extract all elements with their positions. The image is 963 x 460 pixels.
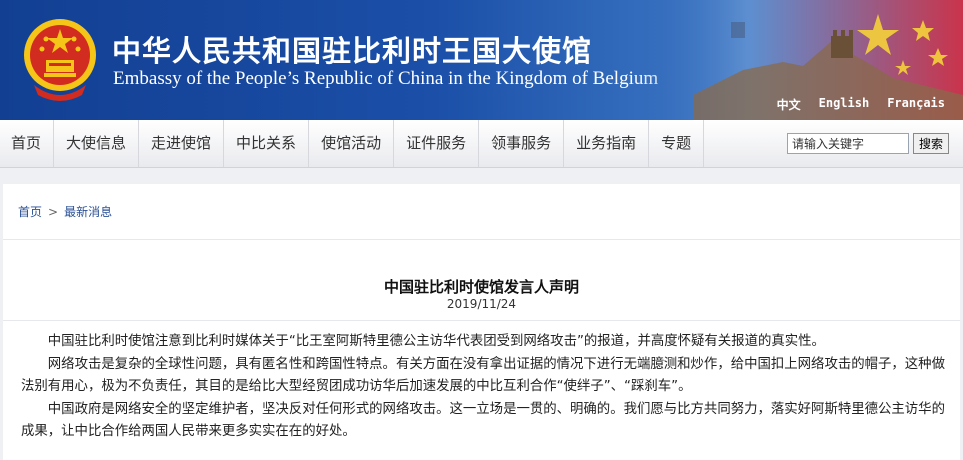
site-title-en: Embassy of the People’s Republic of Chin… — [113, 68, 659, 89]
nav-home[interactable]: 首页 — [0, 120, 55, 167]
article-body: 中国驻比利时使馆注意到比利时媒体关于“比王室阿斯特里德公主访华代表团受到网络攻击… — [21, 331, 945, 444]
lang-chinese[interactable]: 中文 — [777, 96, 801, 113]
breadcrumb-current[interactable]: 最新消息 — [64, 205, 112, 219]
nav-about-embassy[interactable]: 走进使馆 — [139, 120, 225, 167]
divider — [3, 239, 960, 240]
nav-guide[interactable]: 业务指南 — [564, 120, 650, 167]
language-switcher: 中文 English Français — [777, 96, 945, 113]
content-panel: 首页 > 最新消息 中国驻比利时使馆发言人声明 2019/11/24 中国驻比利时使… — [3, 184, 960, 460]
article-paragraph: 中国驻比利时使馆注意到比利时媒体关于“比王室阿斯特里德公主访华代表团受到网络攻击… — [47, 334, 825, 349]
article-date: 2019/11/24 — [446, 297, 517, 311]
national-emblem-icon[interactable] — [22, 15, 98, 103]
nav-documents[interactable]: 证件服务 — [394, 120, 480, 167]
nav-ambassador[interactable]: 大使信息 — [54, 120, 140, 167]
nav-china-belgium[interactable]: 中比关系 — [224, 120, 310, 167]
divider — [3, 320, 960, 321]
search-input[interactable] — [786, 133, 909, 154]
breadcrumb: 首页 > 最新消息 — [18, 203, 112, 220]
article-paragraph: 中国政府是网络安全的坚定维护者，坚决反对任何形式的网络攻击。这一立场是一贯的、明… — [21, 401, 945, 440]
nav-consular[interactable]: 领事服务 — [479, 120, 565, 167]
lang-english[interactable]: English — [819, 96, 870, 113]
lang-french[interactable]: Français — [887, 96, 945, 113]
breadcrumb-home[interactable]: 首页 — [18, 205, 42, 219]
search-button[interactable]: 搜索 — [912, 133, 949, 154]
article-title: 中国驻比利时使馆发言人声明 — [383, 278, 579, 296]
nav-activities[interactable]: 使馆活动 — [309, 120, 395, 167]
search-box: 搜索 — [786, 133, 949, 154]
main-nav: 首页 大使信息 走进使馆 中比关系 使馆活动 证件服务 领事服务 业务指南 专题… — [0, 120, 963, 168]
article-paragraph: 网络攻击是复杂的全球性问题，具有匿名性和跨国性特点。有关方面在没有拿出证据的情况… — [21, 356, 945, 395]
site-title-cn: 中华人民共和国驻比利时王国大使馆 — [112, 34, 593, 68]
breadcrumb-separator: > — [48, 205, 59, 219]
site-banner: 中华人民共和国驻比利时王国大使馆 Embassy of the People’s… — [0, 0, 963, 120]
nav-topics[interactable]: 专题 — [649, 120, 705, 167]
